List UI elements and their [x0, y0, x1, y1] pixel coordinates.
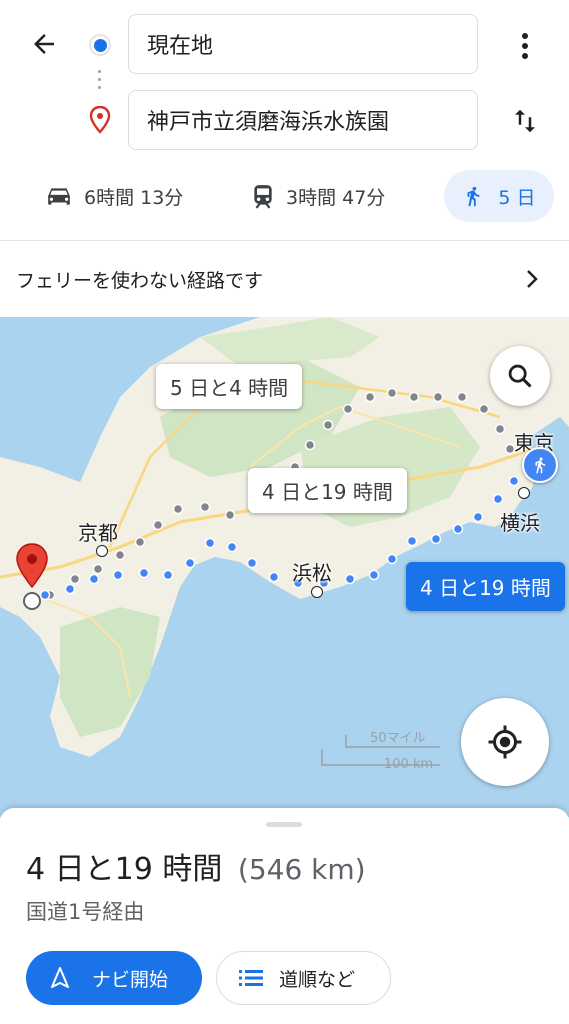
kyoto-dot [96, 545, 108, 557]
start-navigation-button[interactable]: ナビ開始 [26, 951, 202, 1005]
origin-text: 現在地 [147, 34, 214, 59]
steps-button[interactable]: 道順など [216, 951, 391, 1005]
route-connector-dots [98, 70, 102, 89]
map-search-button[interactable] [490, 346, 550, 406]
ferry-notice-row[interactable]: フェリーを使わない経路です [0, 241, 569, 317]
start-navigation-label: ナビ開始 [92, 968, 169, 991]
driving-time: 6時間 13分 [84, 186, 184, 209]
destination-field[interactable]: 神戸市立須磨海浜水族園 [128, 90, 478, 150]
scale-bar-miles: 50マイル [370, 731, 426, 746]
route-summary-sheet[interactable]: 4 日と19 時間 (546 km) 国道1号経由 ナビ開始 道順など [0, 808, 569, 1024]
list-icon [239, 970, 263, 986]
city-label-yokohama: 横浜 [500, 511, 540, 535]
mode-tab-transit[interactable]: 3時間 47分 [252, 170, 412, 222]
search-icon [508, 364, 532, 388]
walk-icon [467, 186, 480, 207]
route-duration: 4 日と19 時間 (546 km) [26, 844, 366, 888]
city-label-hamamatsu: 浜松 [292, 561, 332, 585]
route-duration-text: 4 日と19 時間 [26, 852, 223, 887]
ferry-notice-text: フェリーを使わない経路です [16, 269, 264, 292]
transit-time: 3時間 47分 [286, 186, 386, 209]
route-bubble-selected[interactable]: 4 日と19 時間 [406, 562, 565, 611]
navigation-arrow-icon [51, 967, 69, 988]
current-location-marker [522, 447, 558, 483]
directions-header: 現在地 神戸市立須磨海浜水族園 6時間 13分 3時間 47分 5 日 [0, 0, 569, 240]
route-via: 国道1号経由 [26, 900, 145, 924]
destination-marker-icon [16, 543, 48, 589]
chevron-right-icon [527, 270, 538, 288]
more-vert-icon [522, 33, 528, 59]
origin-dot-icon [89, 34, 111, 56]
car-icon [48, 188, 70, 205]
mode-tab-driving[interactable]: 6時間 13分 [46, 170, 206, 222]
my-location-icon [488, 725, 522, 759]
sheet-drag-handle[interactable] [266, 822, 302, 827]
train-icon [254, 185, 272, 209]
swap-button[interactable] [504, 100, 546, 142]
mode-tab-walking[interactable]: 5 日 [444, 170, 554, 222]
route-distance: (546 km) [237, 853, 366, 886]
route-bubble-alt2[interactable]: 4 日と19 時間 [248, 468, 407, 513]
map-view[interactable]: 東京 京都 横浜 浜松 5 日と4 時間 4 日と19 時間 4 日と19 時間… [0, 317, 569, 817]
origin-marker [23, 592, 41, 610]
swap-vert-icon [515, 109, 535, 133]
city-label-kyoto: 京都 [78, 521, 118, 545]
steps-label: 道順など [279, 968, 356, 991]
back-button[interactable] [24, 24, 64, 64]
walking-time: 5 日 [498, 186, 536, 209]
destination-text: 神戸市立須磨海浜水族園 [147, 110, 390, 135]
scale-bar-km: 100 km [384, 757, 434, 772]
hamamatsu-dot [311, 586, 323, 598]
yokohama-dot [518, 487, 530, 499]
destination-pin-icon [88, 105, 112, 138]
origin-field[interactable]: 現在地 [128, 14, 478, 74]
walk-marker-icon [535, 457, 546, 474]
my-location-button[interactable] [461, 698, 549, 786]
back-arrow-icon [34, 34, 54, 54]
more-options-button[interactable] [508, 26, 542, 66]
route-bubble-alt1[interactable]: 5 日と4 時間 [156, 364, 303, 409]
